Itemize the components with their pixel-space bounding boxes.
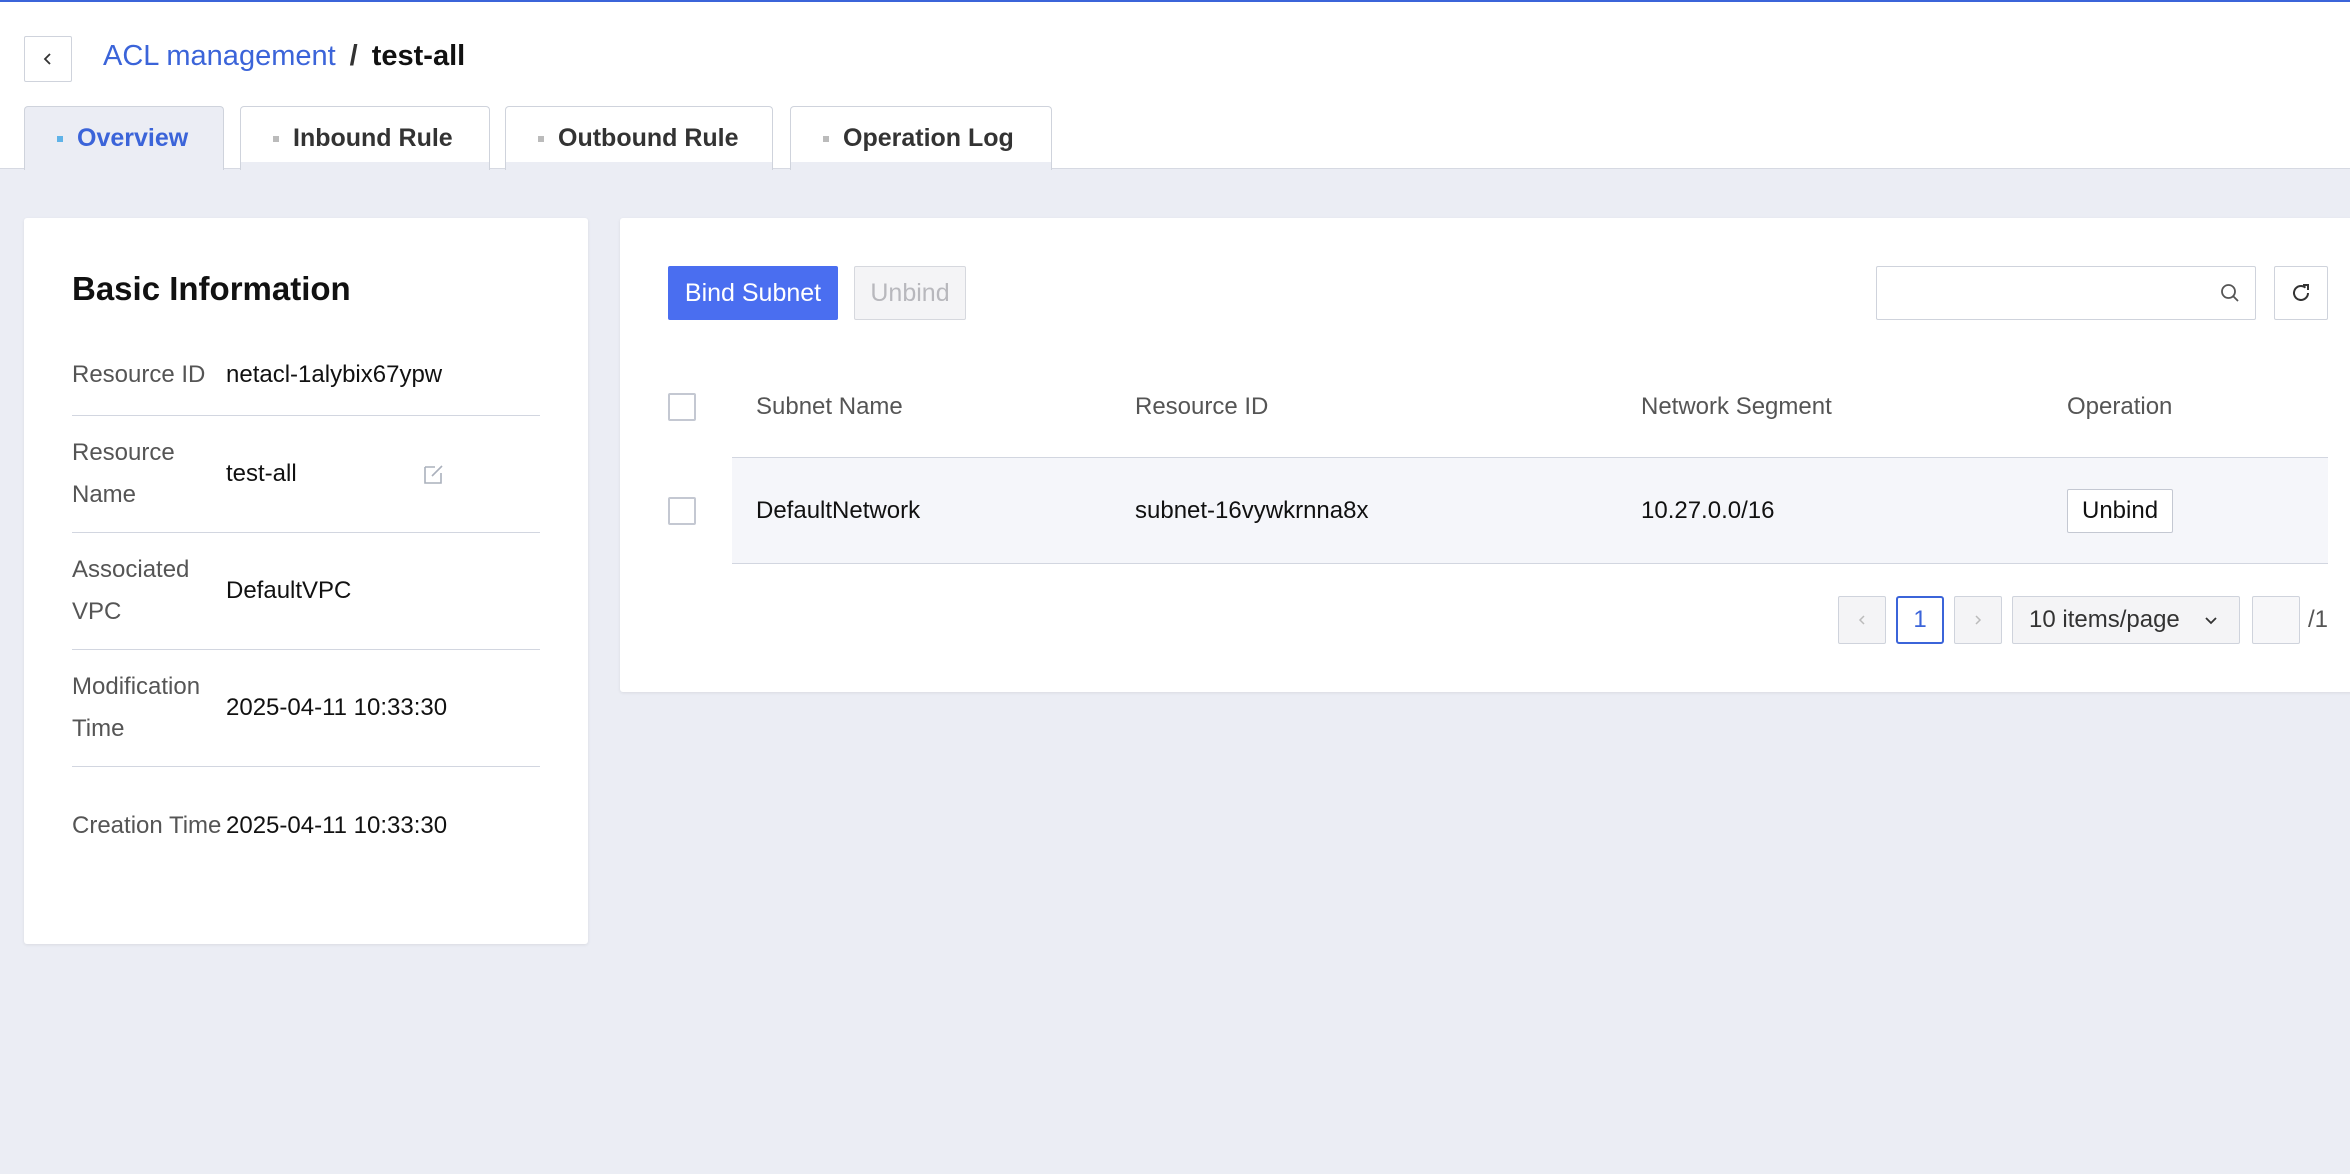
refresh-button[interactable]	[2274, 266, 2328, 320]
table-row: DefaultNetwork subnet-16vywkrnna8x 10.27…	[732, 458, 2328, 564]
info-row-creation-time: Creation Time 2025-04-11 10:33:30	[72, 767, 540, 884]
table-header: Subnet Name Resource ID Network Segment …	[732, 356, 2328, 458]
tab-overview[interactable]: Overview	[24, 106, 224, 170]
bind-subnet-button[interactable]: Bind Subnet	[668, 266, 838, 320]
info-label: Associated VPC	[72, 556, 190, 625]
tab-operation-log[interactable]: Operation Log	[790, 106, 1052, 170]
column-header-network-segment: Network Segment	[1641, 392, 1832, 420]
refresh-icon	[2293, 284, 2309, 301]
current-page-button[interactable]: 1	[1896, 596, 1944, 644]
tab-dot-icon	[57, 135, 63, 142]
basic-information-title: Basic Information	[72, 270, 351, 307]
chevron-left-icon	[43, 53, 51, 65]
page-size-value: 10 items/page	[2029, 606, 2180, 633]
info-row-resource-id: Resource ID netacl-1alybix67ypw	[72, 334, 540, 416]
cell-network-segment: 10.27.0.0/16	[1641, 496, 1775, 524]
info-label: Creation Time	[72, 811, 222, 839]
tab-inbound-rule[interactable]: Inbound Rule	[240, 106, 490, 170]
tab-dot-icon	[273, 135, 279, 142]
page-size-select[interactable]: 10 items/page	[2012, 596, 2240, 644]
column-header-resource-id: Resource ID	[1135, 392, 1269, 420]
bound-subnets-card: Bind Subnet Unbind Subnet Name Resource …	[620, 218, 2350, 692]
tab-label: Overview	[77, 124, 189, 152]
tab-label: Operation Log	[843, 124, 1014, 152]
info-row-resource-name: Resource Name test-all	[72, 416, 540, 533]
row-checkbox[interactable]	[668, 497, 696, 525]
tab-dot-icon	[538, 135, 544, 142]
info-label: Resource Name	[72, 439, 175, 508]
search-box[interactable]	[1876, 266, 2256, 320]
search-input[interactable]	[1877, 267, 2207, 319]
info-value: test-all	[226, 460, 297, 487]
chevron-down-icon	[2205, 617, 2217, 625]
pagination: 1 10 items/page /1	[620, 596, 2350, 644]
next-page-button[interactable]	[1954, 596, 2002, 644]
cell-resource-id: subnet-16vywkrnna8x	[1135, 496, 1369, 524]
tab-dot-icon	[823, 135, 829, 142]
table-header-wrap: Subnet Name Resource ID Network Segment …	[620, 356, 2328, 458]
row-unbind-button[interactable]: Unbind	[2067, 488, 2174, 533]
chevron-right-icon	[1975, 615, 1982, 625]
breadcrumb: ACL management / test-all	[103, 40, 465, 73]
info-row-associated-vpc: Associated VPC DefaultVPC	[72, 533, 540, 650]
search-icon[interactable]	[2219, 282, 2241, 304]
subnet-table: Subnet Name Resource ID Network Segment …	[620, 356, 2328, 564]
breadcrumb-acl-management-link[interactable]: ACL management	[103, 40, 336, 73]
back-button[interactable]	[24, 36, 72, 82]
unbind-button-disabled: Unbind	[854, 266, 966, 320]
column-header-subnet-name: Subnet Name	[756, 392, 903, 420]
prev-page-button[interactable]	[1838, 596, 1886, 644]
total-pages: /1	[2308, 606, 2329, 633]
breadcrumb-current: test-all	[371, 40, 466, 72]
column-header-operation: Operation	[2067, 392, 2173, 420]
basic-information-card: Basic Information Resource ID netacl-1al…	[24, 218, 588, 944]
cell-subnet-name: DefaultNetwork	[756, 496, 921, 524]
info-row-modification-time: Modification Time 2025-04-11 10:33:30	[72, 650, 540, 767]
tab-label: Inbound Rule	[293, 124, 453, 152]
cell-operation: Unbind	[2067, 458, 2174, 563]
chevron-left-icon	[1858, 615, 1865, 625]
page-header: ACL management / test-all Overview Inbou…	[0, 2, 2350, 170]
page-jump-input[interactable]	[2252, 596, 2300, 644]
info-value: 2025-04-11 10:33:30	[226, 811, 448, 839]
basic-information-list: Resource ID netacl-1alybix67ypw Resource…	[72, 354, 540, 884]
select-all-checkbox[interactable]	[668, 393, 696, 421]
info-value: 2025-04-11 10:33:30	[226, 694, 448, 721]
tab-outbound-rule[interactable]: Outbound Rule	[505, 106, 773, 170]
info-label: Modification Time	[72, 673, 201, 742]
tab-label: Outbound Rule	[558, 124, 739, 152]
table-row-wrap: DefaultNetwork subnet-16vywkrnna8x 10.27…	[620, 458, 2328, 564]
breadcrumb-separator: /	[349, 40, 358, 72]
edit-icon[interactable]	[422, 462, 446, 486]
info-value: netacl-1alybix67ypw	[226, 360, 443, 388]
info-value: DefaultVPC	[226, 577, 352, 604]
info-label: Resource ID	[72, 360, 206, 388]
